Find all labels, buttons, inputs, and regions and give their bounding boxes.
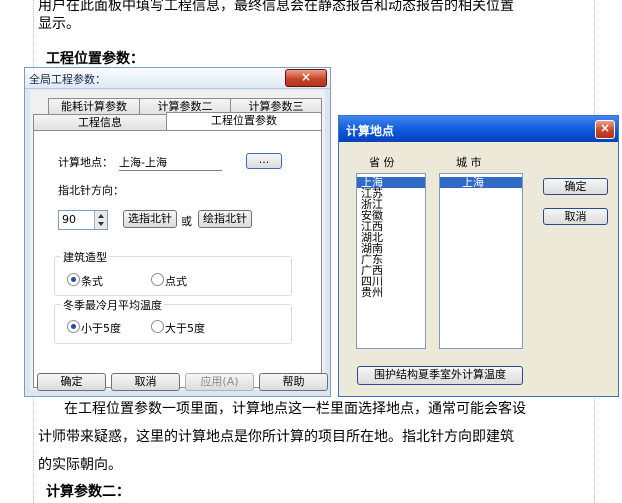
or-label: 或	[181, 215, 192, 228]
dialog2-titlebar[interactable]: 计算地点 ×	[339, 116, 618, 142]
strip-type-label: 条式	[81, 275, 103, 288]
top-paragraph-line-2: 显示。	[38, 16, 80, 32]
winter-temp-legend: 冬季最冷月平均温度	[61, 297, 164, 313]
tab-project-info[interactable]: 工程信息	[33, 114, 167, 130]
radio-below-5[interactable]	[67, 320, 80, 333]
draw-north-button[interactable]: 绘指北针	[198, 210, 252, 228]
spin-down-icon[interactable]	[98, 222, 104, 226]
close-icon: ×	[599, 121, 611, 135]
point-type-label: 点式	[165, 275, 187, 288]
bottom-paragraph-line-1: 在工程位置参数一项里面，计算地点这一栏里面选择地点，通常可能会客设	[64, 401, 526, 417]
tab-energy-calc[interactable]: 能耗计算参数	[48, 98, 140, 114]
dialog1-close-button[interactable]: ×	[285, 69, 327, 87]
location-browse-button[interactable]: ...	[246, 153, 282, 169]
bottom-paragraph-line-2: 计师带来疑惑，这里的计算地点是你所计算的项目所在地。指北针方向即建筑	[38, 429, 514, 445]
dialog1-title: 全局工程参数：	[29, 73, 106, 86]
radio-strip-type[interactable]	[67, 273, 80, 286]
summer-temp-button[interactable]: 围护结构夏季室外计算温度	[357, 366, 523, 385]
heading-calc-params-2: 计算参数二：	[46, 484, 130, 500]
location-picker-dialog: 计算地点 × 省 份 城 市 上海 江苏 浙江 安徽 江西 湖北 湖南 广东 广…	[338, 115, 619, 397]
above-5-label: 大于5度	[165, 322, 205, 335]
city-header: 城 市	[456, 156, 482, 169]
north-angle-value: 90	[62, 213, 76, 226]
province-list[interactable]: 上海 江苏 浙江 安徽 江西 湖北 湖南 广东 广西 四川 贵州	[356, 173, 426, 349]
spin-up-icon[interactable]	[98, 214, 104, 218]
radio-point-type[interactable]	[151, 273, 164, 286]
help-button[interactable]: 帮助	[259, 373, 328, 391]
dialog1-titlebar[interactable]: 全局工程参数： ×	[25, 68, 330, 89]
north-direction-label: 指北针方向：	[58, 184, 124, 197]
list-item[interactable]: 上海	[440, 177, 522, 188]
dialog1-body: 能耗计算参数 计算参数二 计算参数三 工程信息 工程位置参数 计算地点： 上海-…	[30, 90, 325, 390]
select-north-button[interactable]: 选指北针	[123, 210, 177, 228]
list-item[interactable]: 贵州	[357, 287, 425, 298]
global-params-dialog: 全局工程参数： × 能耗计算参数 计算参数二 计算参数三 工程信息 工程位置参数…	[24, 67, 331, 397]
top-paragraph-line-1: 用户在此面板中填写工程信息，最终信息会在静态报告和动态报告的相关位置	[38, 0, 514, 14]
province-header: 省 份	[369, 156, 395, 169]
apply-button[interactable]: 应用(A)	[185, 373, 254, 391]
location-value[interactable]: 上海-上海	[119, 154, 222, 171]
location-label: 计算地点：	[58, 156, 113, 169]
close-icon: ×	[300, 70, 312, 84]
north-angle-input[interactable]: 90	[58, 210, 108, 230]
ok-button[interactable]: 确定	[37, 373, 106, 391]
building-shape-legend: 建筑造型	[61, 249, 109, 265]
cancel-button[interactable]: 取消	[111, 373, 180, 391]
radio-above-5[interactable]	[151, 320, 164, 333]
dialog2-ok-button[interactable]: 确定	[543, 178, 608, 195]
dialog2-title: 计算地点	[346, 124, 395, 138]
heading-location-params: 工程位置参数：	[46, 51, 144, 67]
below-5-label: 小于5度	[81, 322, 121, 335]
dialog2-close-button[interactable]: ×	[595, 120, 615, 139]
tab-location-params[interactable]: 工程位置参数	[166, 112, 322, 130]
city-list[interactable]: 上海	[439, 173, 523, 349]
north-angle-spinner[interactable]	[94, 211, 107, 229]
bottom-paragraph-line-3: 的实际朝向。	[38, 457, 122, 473]
dialog2-cancel-button[interactable]: 取消	[543, 208, 608, 225]
location-params-panel: 计算地点： 上海-上海 ... 指北针方向： 90 选指北针 或 绘指北针 建筑…	[33, 130, 322, 388]
